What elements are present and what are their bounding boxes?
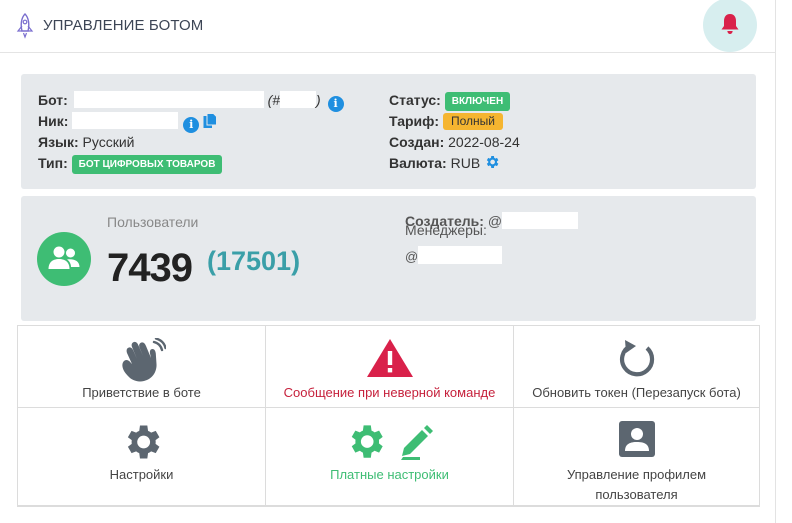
currency-row: Валюта: RUB [389,154,500,172]
type-label: Тип: [38,155,68,171]
bot-name-row: Бот: (#) i [38,91,344,112]
page-title: УПРАВЛЕНИЕ БОТОМ [43,17,204,34]
manager-item: @ [405,246,503,264]
bot-management-panel: УПРАВЛЕНИЕ БОТОМ Бот: (#) i Ник: i Язык: [0,0,776,523]
users-group-icon [48,246,80,269]
actions-grid: Приветствие в боте Сообщение при неверно… [17,325,760,507]
panel-header: УПРАВЛЕНИЕ БОТОМ [0,0,776,53]
bot-info-icon[interactable]: i [327,96,344,112]
bell-icon [721,14,739,34]
type-badge: БОТ ЦИФРОВЫХ ТОВАРОВ [71,155,223,174]
action-refresh-token[interactable]: Обновить токен (Перезапуск бота) [514,326,760,408]
users-total: (17501) [207,246,301,276]
action-wrong-command[interactable]: Сообщение при неверной команде [266,326,514,408]
currency-label: Валюта: [389,155,447,171]
action-settings[interactable]: Настройки [18,408,266,506]
created-value: 2022-08-24 [448,134,520,150]
tariff-badge: Полный [442,113,503,130]
tariff-label: Тариф: [389,113,440,129]
creator-at: @ [487,213,503,229]
bot-id-suffix: ) [316,92,321,108]
action-settings-label: Настройки [109,467,174,482]
status-badge: ВКЛЮЧЕН [444,92,511,111]
action-user-profile-label: Управление профилем пользователя [566,467,707,502]
status-row: Статус: ВКЛЮЧЕН [389,91,511,111]
language-value: Русский [82,134,135,150]
bot-id-prefix: (# [267,92,281,108]
language-row: Язык: Русский [38,133,135,151]
currency-value: RUB [450,155,481,171]
warning-triangle-icon [266,338,513,382]
created-row: Создан: 2022-08-24 [389,133,520,151]
action-welcome-label: Приветствие в боте [82,385,201,400]
rocket-icon [16,13,34,39]
gear-icon [18,420,265,464]
refresh-icon [514,338,759,382]
created-label: Создан: [389,134,445,150]
action-wrong-command-label: Сообщение при неверной команде [283,385,496,400]
bot-label: Бот: [38,92,68,108]
nick-redacted [72,112,179,129]
currency-settings-gear-icon[interactable] [484,154,500,170]
action-user-profile[interactable]: Управление профилем пользователя [514,408,760,506]
notifications-button[interactable] [703,0,757,52]
users-label: Пользователи [107,214,199,230]
type-row: Тип: БОТ ЦИФРОВЫХ ТОВАРОВ [38,154,223,174]
bot-name-redacted [73,91,264,108]
action-paid-settings[interactable]: Платные настройки [266,408,514,506]
action-welcome[interactable]: Приветствие в боте [18,326,266,408]
nick-label: Ник: [38,113,69,129]
tariff-row: Тариф: Полный [389,112,503,130]
copy-icon[interactable] [203,113,218,129]
manager-at: @ [405,249,419,264]
nick-info-icon[interactable]: i [183,117,200,133]
action-paid-settings-label: Платные настройки [330,467,449,482]
status-label: Статус: [389,92,441,108]
user-profile-icon [514,420,759,464]
bot-info-card: Бот: (#) i Ник: i Язык: Русский Тип: БОТ… [21,74,756,189]
manager-redacted [418,246,503,264]
language-label: Язык: [38,134,79,150]
gear-edit-icon [266,420,513,464]
creator-block: Создатель: @ Менеджеры: [405,212,579,237]
bot-id-redacted [280,91,317,108]
action-refresh-token-label: Обновить токен (Перезапуск бота) [532,385,741,400]
users-card: Пользователи 7439 (17501) Создатель: @ М… [21,196,756,321]
nick-row: Ник: i [38,112,218,133]
users-count: 7439 [107,246,193,290]
users-icon-circle [37,232,91,286]
creator-redacted [502,212,579,229]
waving-hand-icon [18,337,265,382]
